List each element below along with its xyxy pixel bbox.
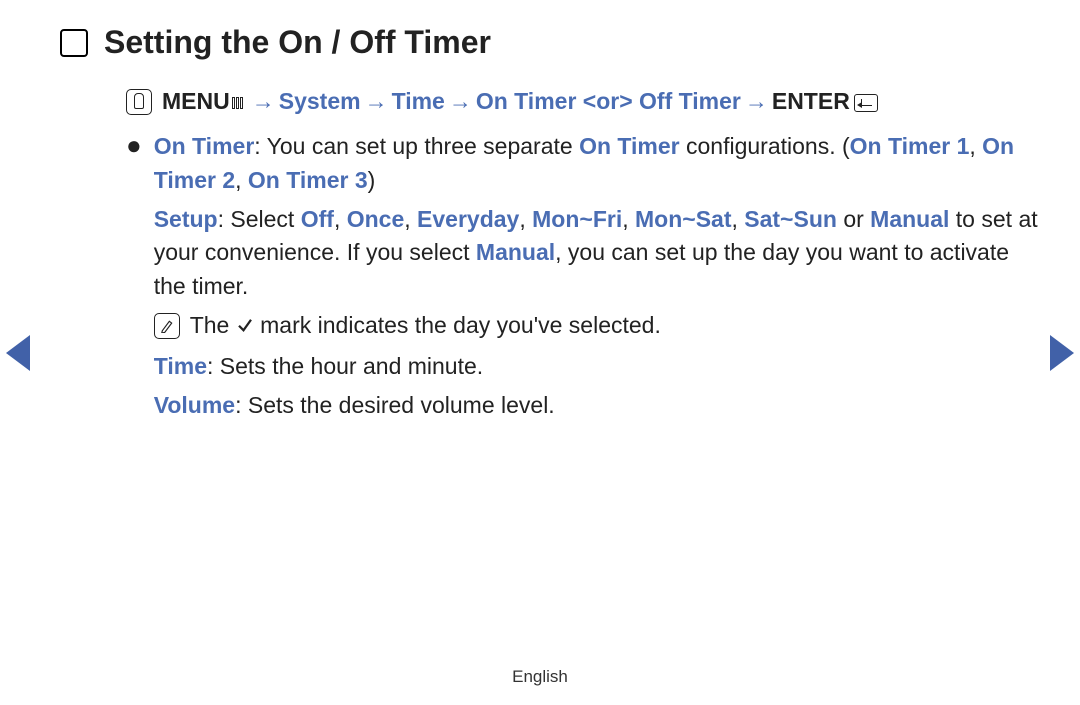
enter-label: ENTER (772, 85, 878, 118)
content: MENU → System → Time → On Timer <or> Off… (60, 85, 1040, 428)
prev-page-button[interactable] (6, 335, 30, 371)
title-row: Setting the On / Off Timer (60, 24, 1040, 61)
bc-onoff: On Timer <or> Off Timer (476, 85, 741, 118)
note-text: The mark indicates the day you've select… (190, 309, 661, 344)
footer-language: English (0, 667, 1080, 687)
setup-description: Setup: Select Off, Once, Everyday, Mon~F… (154, 203, 1040, 303)
menu-label: MENU (162, 85, 248, 118)
page-title: Setting the On / Off Timer (104, 24, 491, 61)
arrow-2: → (365, 85, 388, 118)
time-description: Time: Sets the hour and minute. (154, 350, 1040, 383)
nav-path: MENU → System → Time → On Timer <or> Off… (126, 85, 1040, 118)
bc-system: System (279, 85, 361, 118)
section-icon (60, 29, 88, 57)
enter-icon (854, 94, 878, 112)
arrow-1: → (252, 85, 275, 118)
note-icon (154, 313, 180, 339)
bullet-item: ● On Timer: You can set up three separat… (126, 130, 1040, 428)
bc-time: Time (392, 85, 445, 118)
arrow-3: → (449, 85, 472, 118)
bullet-icon: ● (126, 130, 142, 428)
note-row: The mark indicates the day you've select… (154, 309, 1040, 344)
volume-description: Volume: Sets the desired volume level. (154, 389, 1040, 422)
on-timer-description: On Timer: You can set up three separate … (154, 130, 1040, 197)
hand-icon (126, 89, 152, 115)
arrow-4: → (745, 85, 768, 118)
check-icon (236, 310, 254, 343)
item-body: On Timer: You can set up three separate … (154, 130, 1040, 428)
next-page-button[interactable] (1050, 335, 1074, 371)
menu-icon (232, 85, 248, 118)
